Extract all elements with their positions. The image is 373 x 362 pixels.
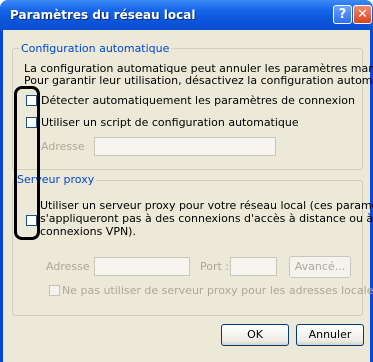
proxy-port-input[interactable] xyxy=(230,257,277,276)
title-bar[interactable]: Paramètres du réseau local ? ✕ xyxy=(0,0,373,30)
help-icon: ? xyxy=(338,7,347,22)
advanced-button-label: Avancé... xyxy=(294,260,346,273)
use-proxy-label-line3[interactable]: connexions VPN). xyxy=(40,226,136,238)
ok-button-label: OK xyxy=(247,328,263,341)
advanced-button[interactable]: Avancé... xyxy=(289,256,351,278)
checkbox-highlight-annotation xyxy=(14,86,40,240)
help-button[interactable]: ? xyxy=(333,5,352,24)
cancel-button-label: Annuler xyxy=(308,328,352,341)
cancel-button[interactable]: Annuler xyxy=(296,324,364,346)
bypass-local-checkbox[interactable] xyxy=(49,285,60,296)
auto-config-script-label[interactable]: Utiliser un script de configuration auto… xyxy=(41,117,299,129)
bypass-local-label[interactable]: Ne pas utiliser de serveur proxy pour le… xyxy=(62,285,373,297)
auto-config-legend: Configuration automatique xyxy=(19,42,172,55)
detect-settings-label[interactable]: Détecter automatiquement les paramètres … xyxy=(41,95,355,107)
close-icon: ✕ xyxy=(357,7,368,22)
lan-settings-dialog: Paramètres du réseau local ? ✕ Configura… xyxy=(0,0,373,362)
dialog-body: Configuration automatique La configurati… xyxy=(3,30,373,362)
ok-button[interactable]: OK xyxy=(221,324,289,346)
use-proxy-label-line1[interactable]: Utiliser un serveur proxy pour votre rés… xyxy=(40,200,373,212)
proxy-address-input[interactable] xyxy=(94,257,190,276)
proxy-address-label: Adresse : xyxy=(46,260,97,273)
window-title: Paramètres du réseau local xyxy=(10,8,196,22)
script-address-label: Adresse xyxy=(41,140,85,153)
auto-config-description-line2: Pour garantir leur utilisation, désactiv… xyxy=(24,74,373,87)
proxy-port-label: Port : xyxy=(200,260,230,273)
use-proxy-label-line2[interactable]: s'appliqueront pas à des connexions d'ac… xyxy=(40,213,373,225)
close-button[interactable]: ✕ xyxy=(353,5,372,24)
script-address-input[interactable] xyxy=(94,137,276,156)
